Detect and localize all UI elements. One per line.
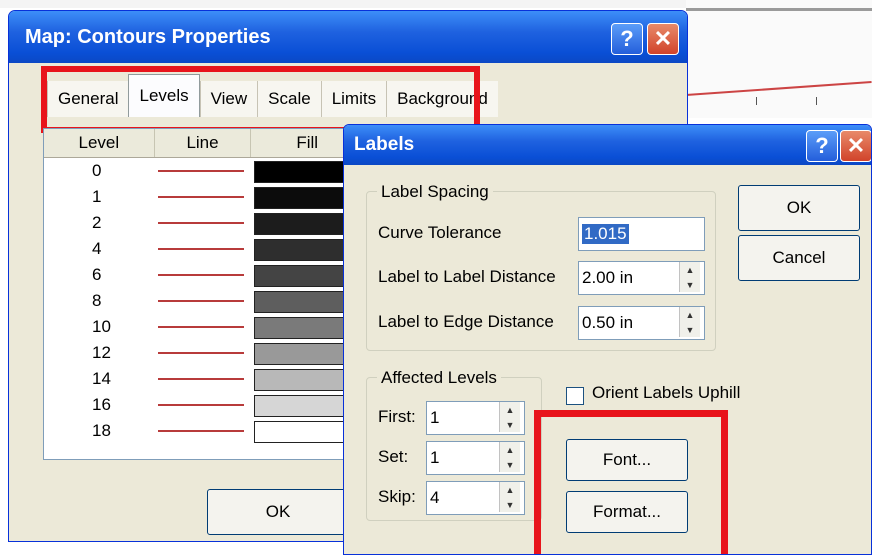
line-sample[interactable] bbox=[158, 326, 244, 328]
axis-tick bbox=[816, 97, 817, 105]
level-value: 8 bbox=[92, 291, 102, 310]
spin-down-icon[interactable]: ▼ bbox=[506, 460, 515, 470]
table-row[interactable]: 18 bbox=[44, 418, 366, 444]
column-header-level[interactable]: Level bbox=[44, 129, 155, 157]
spin-down-icon[interactable]: ▼ bbox=[506, 500, 515, 510]
label-distance-value: 2.00 in bbox=[582, 268, 634, 287]
line-sample[interactable] bbox=[158, 378, 244, 380]
labels-title-bar[interactable]: Labels ? ✕ bbox=[344, 125, 871, 165]
level-value: 14 bbox=[92, 369, 111, 388]
label-distance-spinner[interactable]: ▲ ▼ bbox=[679, 262, 700, 292]
background-map-window bbox=[685, 0, 872, 118]
close-icon: ✕ bbox=[846, 133, 866, 158]
table-row[interactable]: 4 bbox=[44, 236, 366, 262]
table-header: Level Line Fill bbox=[44, 129, 364, 158]
line-sample[interactable] bbox=[158, 170, 244, 172]
edge-distance-spinner[interactable]: ▲ ▼ bbox=[679, 307, 700, 337]
table-body: 0 1 2 4 6 8 10 12 14 16 18 bbox=[44, 158, 366, 444]
labels-cancel-button[interactable]: Cancel bbox=[738, 235, 860, 281]
level-value: 4 bbox=[92, 239, 102, 258]
help-icon: ? bbox=[620, 26, 634, 51]
map-frame-line bbox=[686, 8, 872, 11]
skip-value: 4 bbox=[430, 488, 440, 507]
table-row[interactable]: 1 bbox=[44, 184, 366, 210]
axis-tick bbox=[756, 97, 757, 105]
skip-spinner[interactable]: ▲ ▼ bbox=[499, 482, 520, 512]
spin-up-icon[interactable]: ▲ bbox=[506, 405, 515, 415]
line-sample[interactable] bbox=[158, 404, 244, 406]
title-bar[interactable]: Map: Contours Properties ? ✕ bbox=[9, 11, 687, 63]
spin-down-icon[interactable]: ▼ bbox=[686, 325, 695, 335]
help-button[interactable]: ? bbox=[611, 23, 643, 55]
labels-dialog-title: Labels bbox=[354, 134, 415, 155]
label-distance-label: Label to Label Distance bbox=[378, 267, 556, 286]
tab-highlight-box bbox=[41, 66, 480, 133]
table-row[interactable]: 12 bbox=[44, 340, 366, 366]
ok-button-label: OK bbox=[265, 502, 291, 521]
label-spacing-legend: Label Spacing bbox=[377, 182, 493, 202]
spin-up-icon[interactable]: ▲ bbox=[686, 310, 695, 320]
level-value: 12 bbox=[92, 343, 111, 362]
level-value: 1 bbox=[92, 187, 102, 206]
table-row[interactable]: 6 bbox=[44, 262, 366, 288]
labels-close-button[interactable]: ✕ bbox=[840, 130, 871, 162]
curve-tolerance-label: Curve Tolerance bbox=[378, 223, 502, 242]
spin-up-icon[interactable]: ▲ bbox=[686, 265, 695, 275]
level-value: 0 bbox=[92, 161, 102, 180]
affected-levels-legend: Affected Levels bbox=[377, 368, 501, 388]
spin-down-icon[interactable]: ▼ bbox=[686, 280, 695, 290]
table-row[interactable]: 10 bbox=[44, 314, 366, 340]
table-row[interactable]: 16 bbox=[44, 392, 366, 418]
labels-dialog: Labels ? ✕ Label Spacing Curve Tolerance… bbox=[343, 124, 872, 555]
orient-uphill-label: Orient Labels Uphill bbox=[592, 383, 741, 402]
set-label: Set: bbox=[378, 447, 409, 466]
set-spinner[interactable]: ▲ ▼ bbox=[499, 442, 520, 472]
close-button[interactable]: ✕ bbox=[647, 23, 679, 55]
table-row[interactable]: 14 bbox=[44, 366, 366, 392]
first-value: 1 bbox=[430, 408, 440, 427]
table-row[interactable]: 0 bbox=[44, 158, 366, 184]
levels-table[interactable]: Level Line Fill 0 1 2 4 6 8 10 12 14 16 18 bbox=[43, 128, 366, 460]
table-row[interactable]: 2 bbox=[44, 210, 366, 236]
close-icon: ✕ bbox=[653, 26, 673, 51]
line-sample[interactable] bbox=[158, 430, 244, 432]
first-spinner[interactable]: ▲ ▼ bbox=[499, 402, 520, 432]
column-header-line[interactable]: Line bbox=[155, 129, 252, 157]
curve-tolerance-field[interactable]: 1.015 bbox=[578, 217, 705, 251]
help-icon: ? bbox=[815, 133, 829, 158]
edge-distance-value: 0.50 in bbox=[582, 313, 634, 332]
spin-up-icon[interactable]: ▲ bbox=[506, 485, 515, 495]
first-label: First: bbox=[378, 407, 416, 426]
skip-label: Skip: bbox=[378, 487, 416, 506]
labels-ok-label: OK bbox=[786, 198, 812, 217]
contour-curve bbox=[685, 81, 872, 96]
line-sample[interactable] bbox=[158, 274, 244, 276]
edge-distance-label: Label to Edge Distance bbox=[378, 312, 554, 331]
level-value: 6 bbox=[92, 265, 102, 284]
set-value: 1 bbox=[430, 448, 440, 467]
level-value: 2 bbox=[92, 213, 102, 232]
spin-up-icon[interactable]: ▲ bbox=[506, 445, 515, 455]
font-format-highlight-box bbox=[534, 410, 728, 554]
line-sample[interactable] bbox=[158, 222, 244, 224]
labels-ok-button[interactable]: OK bbox=[738, 185, 860, 231]
curve-tolerance-value: 1.015 bbox=[582, 224, 629, 244]
orient-uphill-checkbox[interactable] bbox=[566, 387, 584, 405]
level-value: 16 bbox=[92, 395, 111, 414]
labels-help-button[interactable]: ? bbox=[806, 130, 838, 162]
level-value: 18 bbox=[92, 421, 111, 440]
spin-down-icon[interactable]: ▼ bbox=[506, 420, 515, 430]
line-sample[interactable] bbox=[158, 352, 244, 354]
labels-cancel-label: Cancel bbox=[772, 248, 826, 267]
line-sample[interactable] bbox=[158, 300, 244, 302]
line-sample[interactable] bbox=[158, 248, 244, 250]
ok-button[interactable]: OK bbox=[207, 489, 349, 535]
line-sample[interactable] bbox=[158, 196, 244, 198]
table-row[interactable]: 8 bbox=[44, 288, 366, 314]
level-value: 10 bbox=[92, 317, 111, 336]
dialog-title: Map: Contours Properties bbox=[25, 25, 271, 48]
